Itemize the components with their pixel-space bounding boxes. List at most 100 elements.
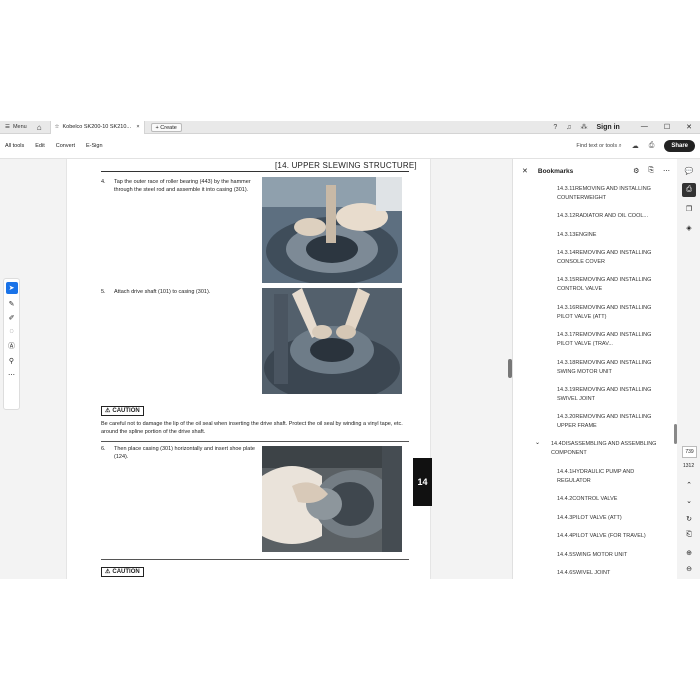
bookmark-item[interactable]: 14.3.16REMOVING AND INSTALLING PILOT VAL… (557, 304, 667, 321)
select-cursor-icon[interactable]: ➤ (5, 282, 18, 294)
share-button[interactable]: Share (664, 140, 695, 152)
comment-icon[interactable]: ✎ (9, 300, 15, 308)
tab-document[interactable]: ☆ Kobelco SK200-10 SK210... × (49, 121, 145, 134)
tab-title: Kobelco SK200-10 SK210... (62, 124, 131, 130)
bookmark-item[interactable]: 14.4.1HYDRAULIC PUMP AND REGULATOR (557, 468, 667, 485)
bookmark-item[interactable]: 14.3.15REMOVING AND INSTALLING CONTROL V… (557, 276, 667, 293)
step-number: 4. (101, 179, 106, 185)
bookmark-item[interactable]: 14.4.5SWING MOTOR UNIT (557, 551, 667, 560)
photo-drive-shaft (262, 288, 402, 394)
bookmarks-scrollbar[interactable] (674, 424, 677, 444)
section-header: [14. UPPER SLEWING STRUCTURE] (275, 161, 417, 170)
more-tools-icon[interactable]: ⋯ (8, 371, 15, 379)
hamburger-icon: ☰ (5, 124, 10, 130)
bookmark-item[interactable]: 14.3.11REMOVING AND INSTALLING COUNTERWE… (557, 185, 667, 202)
step-text: Tap the outer race of roller bearing (44… (114, 179, 251, 193)
bookmark-item[interactable]: 14.4.2CONTROL VALVE (557, 495, 667, 504)
menu-label: Menu (12, 124, 27, 130)
bookmark-item[interactable]: 14.3.19REMOVING AND INSTALLING SWIVEL JO… (557, 386, 667, 403)
chapter-tab: 14 (413, 458, 432, 506)
bookmark-item[interactable]: 14.3.14REMOVING AND INSTALLING CONSOLE C… (557, 249, 667, 266)
step-text: Then place casing (301) horizontally and… (114, 446, 255, 460)
upload-cloud-icon[interactable]: ☁ (632, 142, 639, 150)
bookmark-item[interactable]: 14.3.18REMOVING AND INSTALLING SWING MOT… (557, 359, 667, 376)
step-5: 5. Attach drive shaft (101) to casing (3… (101, 289, 261, 301)
bookmark-item[interactable]: 14.3.17REMOVING AND INSTALLING PILOT VAL… (557, 331, 667, 348)
bookmarks-header: ✕ Bookmarks ⚙ ⎘ ⋯ (513, 159, 678, 183)
home-icon[interactable]: ⌂ (37, 123, 42, 132)
caution-text-label: CAUTION (112, 408, 140, 414)
bookmark-item[interactable]: 14.3.12RADIATOR AND OIL COOL... (557, 212, 667, 221)
photo-shoe-plate (262, 446, 402, 552)
notification-bell-icon[interactable]: ♫ (566, 124, 571, 131)
pdf-viewer-window: ☰ Menu ⌂ ☆ Kobelco SK200-10 SK210... × +… (0, 121, 700, 579)
bookmark-item[interactable]: 14.4.6SWIVEL JOINT (557, 569, 667, 578)
step-number: 6. (101, 446, 106, 452)
tab-bar: ☰ Menu ⌂ ☆ Kobelco SK200-10 SK210... × +… (0, 121, 700, 134)
chevron-down-icon[interactable]: ⌄ (678, 497, 700, 505)
step-number: 5. (101, 289, 106, 295)
pen-icon[interactable]: ✐ (9, 314, 15, 322)
menu-all-tools[interactable]: All tools (5, 143, 24, 149)
bookmark-options-icon[interactable]: ⚙ (633, 167, 639, 175)
caution-message: Be careful not to damage the lip of the … (101, 421, 403, 435)
sign-in-button[interactable]: Sign in (597, 124, 620, 131)
document-properties-icon[interactable]: ⎗ (678, 531, 700, 539)
lasso-icon[interactable]: ◌ (9, 328, 13, 335)
page-thumbnails-icon[interactable]: ❐ (682, 202, 696, 216)
page-total: 1312 (683, 463, 695, 469)
chevron-down-icon[interactable]: ⌄ (535, 439, 540, 446)
quick-tools-rail: ➤ ✎ ✐ ◌ Ⓐ ⚲ ⋯ (3, 278, 20, 410)
search-icon: ⌕ (618, 142, 622, 149)
bookmark-item[interactable]: 14.3.13ENGINE (557, 231, 667, 240)
main-toolbar: All tools Edit Convert E-Sign Find text … (0, 134, 700, 159)
right-side-rail: 💬 ⎙ ❐ ◈ 739 1312 ⌃ ⌄ ↻ ⎗ ⊕ ⊖ (678, 159, 700, 579)
step-text: Attach drive shaft (101) to casing (301)… (114, 289, 211, 295)
caution-label-2: ⚠ CAUTION (101, 567, 144, 577)
chevron-up-icon[interactable]: ⌃ (678, 481, 700, 489)
menu-button[interactable]: ☰ Menu (5, 124, 27, 130)
step-6: 6. Then place casing (301) horizontally … (101, 446, 261, 466)
menu-edit[interactable]: Edit (35, 143, 44, 149)
menu-esign[interactable]: E-Sign (86, 143, 103, 149)
help-icon[interactable]: ? (553, 124, 557, 131)
window-close-icon[interactable]: ✕ (686, 123, 692, 131)
add-bookmark-icon[interactable]: ⎘ (648, 167, 654, 175)
bookmarks-panel: ✕ Bookmarks ⚙ ⎘ ⋯ 14.3.11REMOVING AND IN… (512, 159, 677, 579)
document-page: [14. UPPER SLEWING STRUCTURE] 4. Tap the… (66, 159, 432, 579)
minimize-icon[interactable]: — (641, 123, 648, 131)
bookmark-item[interactable]: 14.4.3PILOT VALVE (ATT) (557, 514, 667, 523)
stamp-icon[interactable]: ⚲ (9, 357, 14, 365)
text-box-icon[interactable]: Ⓐ (8, 341, 15, 351)
create-label: Create (160, 124, 177, 131)
divider (101, 441, 409, 442)
apps-grid-icon[interactable]: ⁂ (581, 123, 588, 131)
create-button[interactable]: + Create (150, 122, 182, 132)
refresh-icon[interactable]: ↻ (678, 515, 700, 523)
close-panel-icon[interactable]: ✕ (522, 167, 528, 175)
warning-icon: ⚠ (105, 408, 111, 414)
bookmark-item[interactable]: 14.4.4PILOT VALVE (FOR TRAVEL) (557, 532, 667, 541)
more-options-icon[interactable]: ⋯ (663, 167, 670, 175)
find-text-button[interactable]: Find text or tools ⌕ (576, 143, 621, 150)
print-icon[interactable]: ⎙ (649, 142, 655, 150)
caution-text-label: CAUTION (112, 569, 140, 575)
zoom-in-icon[interactable]: ⊕ (678, 549, 700, 557)
header-rule (101, 171, 409, 172)
bookmark-parent-item[interactable]: 14.4DISASSEMBLING AND ASSEMBLING COMPONE… (551, 440, 661, 457)
warning-icon: ⚠ (105, 569, 111, 575)
star-icon[interactable]: ☆ (55, 124, 60, 130)
bookmarks-panel-icon[interactable]: ⎙ (682, 183, 696, 197)
page-number-input[interactable]: 739 (682, 446, 697, 458)
caution-label: ⚠ CAUTION (101, 406, 144, 416)
photo-roller-bearing (262, 177, 402, 283)
zoom-out-icon[interactable]: ⊖ (678, 565, 700, 573)
bookmark-item[interactable]: 14.3.20REMOVING AND INSTALLING UPPER FRA… (557, 413, 667, 430)
divider (101, 559, 409, 560)
find-label: Find text or tools (576, 142, 618, 149)
close-tab-icon[interactable]: × (136, 124, 139, 130)
maximize-icon[interactable]: ☐ (664, 123, 670, 131)
menu-convert[interactable]: Convert (56, 143, 75, 149)
comments-icon[interactable]: 💬 (682, 164, 696, 178)
layers-icon[interactable]: ◈ (682, 221, 696, 235)
